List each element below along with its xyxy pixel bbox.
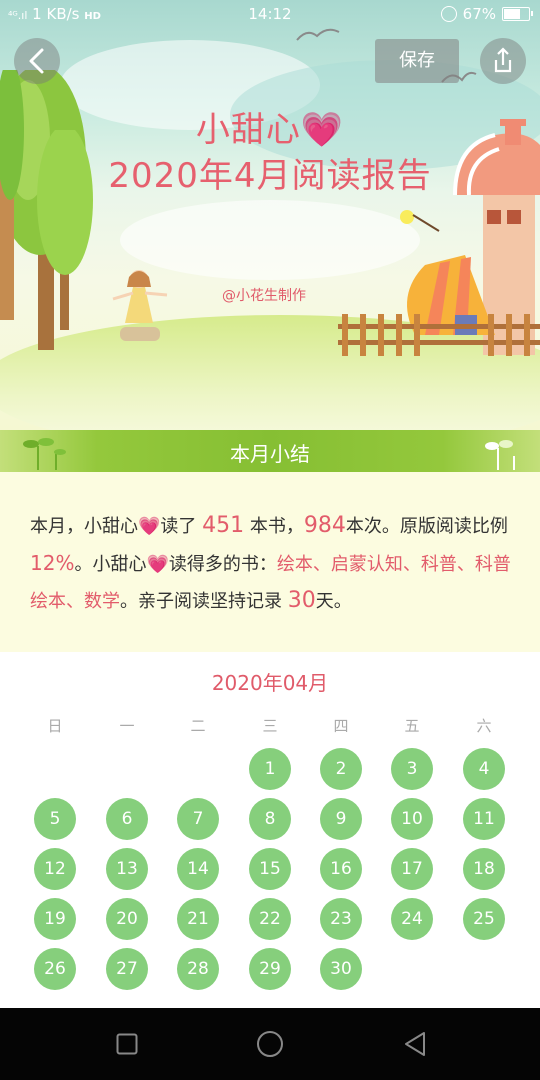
status-right: 67%: [440, 5, 533, 23]
calendar-day[interactable]: 28: [177, 948, 219, 990]
weekday-label: 三: [262, 717, 278, 735]
girl-illustration: [112, 270, 168, 341]
calendar-day[interactable]: 1: [249, 748, 291, 790]
summary-text: 本月，小甜心💗读了 451 本书，984本次。原版阅读比例12%。小甜心💗读得多…: [30, 508, 515, 620]
calendar-day[interactable]: 8: [249, 798, 291, 840]
report-title-name: 小甜心💗: [0, 102, 540, 151]
summary-text-part: 本书，: [244, 516, 304, 537]
calendar-day[interactable]: 21: [177, 898, 219, 940]
calendar-day[interactable]: 22: [249, 898, 291, 940]
reading-days-count: 30: [287, 588, 316, 613]
weekday-label: 六: [476, 717, 492, 735]
calendar-day[interactable]: 19: [34, 898, 76, 940]
calendar-day[interactable]: 4: [463, 748, 505, 790]
summary-text-part: 读了: [160, 516, 203, 537]
original-ratio: 12%: [30, 551, 75, 575]
calendar-day[interactable]: 6: [106, 798, 148, 840]
calendar-day[interactable]: 30: [320, 948, 362, 990]
summary-panel: 本月，小甜心💗读了 451 本书，984本次。原版阅读比例12%。小甜心💗读得多…: [0, 472, 540, 652]
save-button[interactable]: 保存: [375, 39, 459, 83]
calendar-day[interactable]: 2: [320, 748, 362, 790]
heart-emoji-icon: 💗: [146, 554, 169, 575]
summary-text-part: 本次。原版阅读比例: [345, 516, 508, 537]
heart-emoji-icon: 💗: [138, 516, 161, 537]
books-count: 451: [202, 513, 245, 538]
recent-apps-icon[interactable]: [116, 1033, 138, 1055]
calendar-title: 2020年04月: [211, 671, 329, 695]
chevron-left-icon: [29, 48, 44, 74]
back-nav-icon[interactable]: [402, 1030, 428, 1058]
calendar-day[interactable]: 10: [391, 798, 433, 840]
weekday-label: 日: [47, 717, 63, 735]
summary-title: 本月小结: [230, 442, 310, 466]
summary-text-part: 。小甜心: [74, 554, 147, 575]
calendar-day[interactable]: 11: [463, 798, 505, 840]
credit-label: @小花生制作: [222, 288, 306, 304]
summary-text-part: 天。: [315, 591, 352, 612]
fence-illustration: [338, 314, 540, 356]
weekday-label: 五: [404, 717, 420, 735]
status-bar: ⁴ᴳ.ıl 1 KB/s HD 14:12 67%: [0, 0, 540, 28]
hero-illustration: 小甜心💗 2020年4月阅读报告 @小花生制作: [0, 0, 540, 430]
report-title: 2020年4月阅读报告: [108, 156, 432, 196]
calendar-day[interactable]: 26: [34, 948, 76, 990]
summary-text-part: 读得多的书：: [168, 554, 277, 575]
battery-icon: [502, 7, 533, 21]
back-button[interactable]: [14, 38, 60, 84]
calendar-day[interactable]: 27: [106, 948, 148, 990]
summary-text-part: 本月，小甜心: [30, 516, 138, 537]
calendar-day[interactable]: 14: [177, 848, 219, 890]
summary-text-part: 。亲子阅读坚持记录: [120, 591, 288, 612]
calendar-day[interactable]: 13: [106, 848, 148, 890]
calendar-day[interactable]: 9: [320, 798, 362, 840]
child-name: 小甜心: [195, 110, 301, 150]
rotation-lock-icon: [440, 6, 457, 22]
home-icon[interactable]: [256, 1030, 284, 1058]
calendar-day[interactable]: 7: [177, 798, 219, 840]
calendar-day[interactable]: 29: [249, 948, 291, 990]
read-times-count: 984: [303, 513, 346, 538]
calendar-day[interactable]: 25: [463, 898, 505, 940]
calendar-day[interactable]: 3: [391, 748, 433, 790]
calendar-day[interactable]: 18: [463, 848, 505, 890]
summary-header: 本月小结: [0, 430, 540, 472]
calendar-day[interactable]: 12: [34, 848, 76, 890]
calendar-day[interactable]: 15: [249, 848, 291, 890]
calendar-day[interactable]: 20: [106, 898, 148, 940]
calendar-day[interactable]: 16: [320, 848, 362, 890]
calendar-day[interactable]: 5: [34, 798, 76, 840]
battery-percent: 67%: [462, 5, 496, 23]
calendar-day[interactable]: 23: [320, 898, 362, 940]
calendar-day[interactable]: 17: [391, 848, 433, 890]
sprout-icon: [485, 440, 515, 470]
share-icon: [494, 47, 512, 73]
weekday-label: 一: [119, 717, 135, 735]
weekday-label: 四: [333, 717, 349, 735]
calendar-day[interactable]: 24: [391, 898, 433, 940]
share-button[interactable]: [480, 38, 526, 84]
weekday-label: 二: [190, 717, 206, 735]
system-nav-bar: [0, 1008, 540, 1080]
heart-emoji-icon: 💗: [300, 110, 345, 150]
